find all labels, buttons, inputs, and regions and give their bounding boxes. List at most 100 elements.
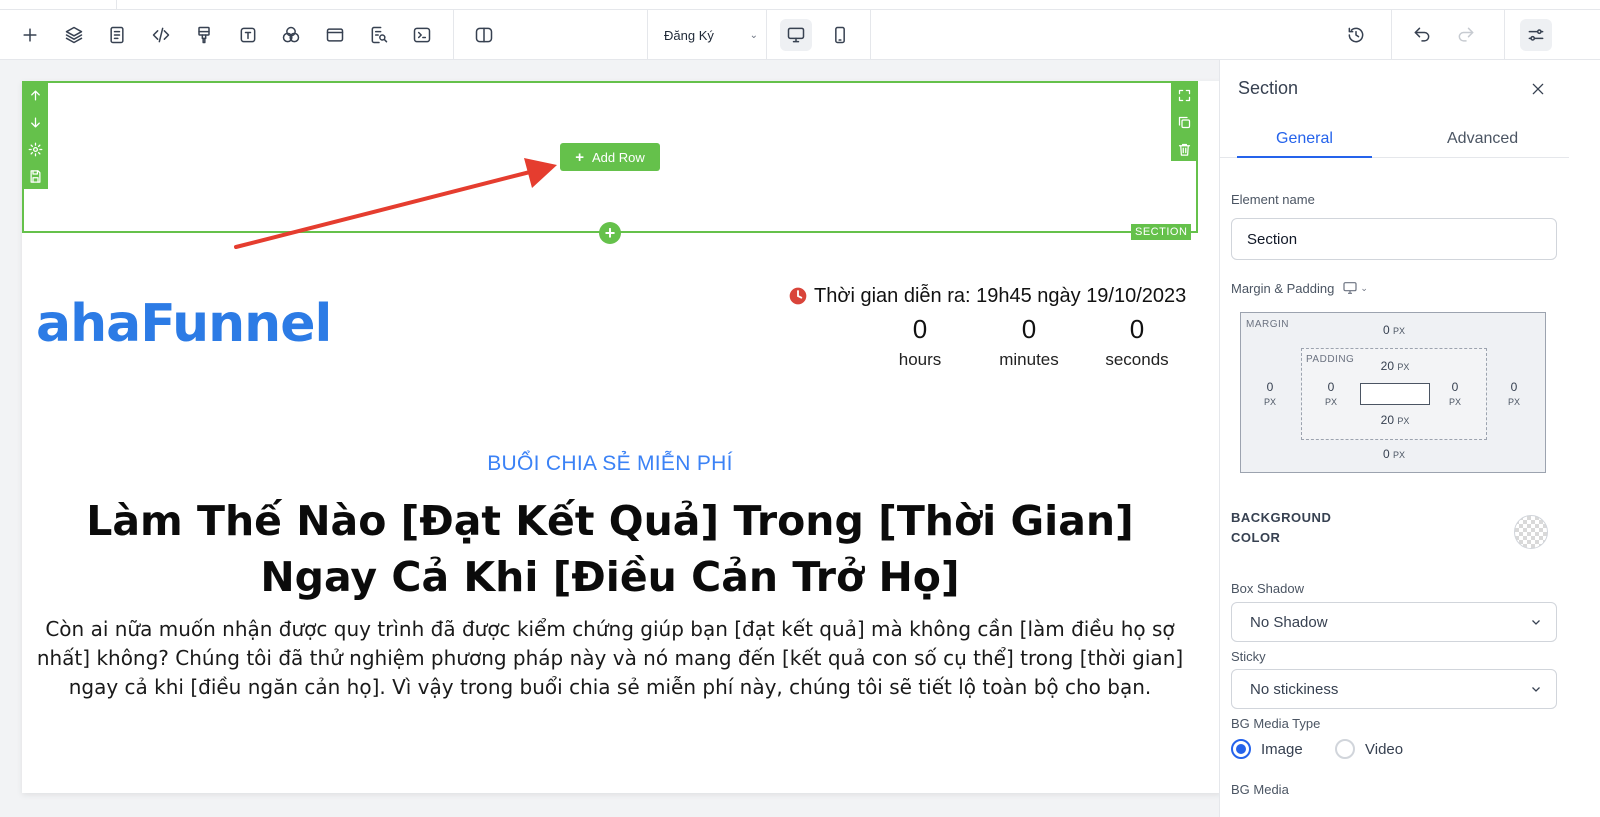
radio-image-label: Image bbox=[1261, 740, 1303, 758]
add-section-button[interactable]: + bbox=[599, 222, 621, 244]
margin-right-value: 0 bbox=[1510, 380, 1518, 394]
toolbar-divider bbox=[453, 10, 454, 60]
page-select[interactable]: Đăng Ký ⌄ bbox=[664, 19, 764, 51]
padding-bottom[interactable]: 20 PX bbox=[1370, 413, 1420, 427]
padding-left[interactable]: 0 PX bbox=[1316, 380, 1346, 408]
toolbar-divider bbox=[1391, 10, 1392, 60]
close-icon[interactable] bbox=[1526, 77, 1550, 101]
sticky-select[interactable]: No stickiness bbox=[1231, 669, 1557, 709]
split-view-icon[interactable] bbox=[468, 19, 500, 51]
margin-right[interactable]: 0 PX bbox=[1499, 380, 1529, 408]
countdown-value: 0 bbox=[1129, 314, 1145, 344]
padding-left-value: 0 bbox=[1327, 380, 1335, 394]
settings-panel: Section General Advanced Element name Se… bbox=[1219, 60, 1600, 817]
plus-icon: + bbox=[575, 148, 584, 166]
chevron-down-icon[interactable]: ⌄ bbox=[1360, 283, 1368, 294]
mobile-view-icon[interactable] bbox=[824, 19, 856, 51]
bg-media-type-label: BG Media Type bbox=[1231, 716, 1321, 731]
move-down-icon[interactable] bbox=[22, 109, 48, 135]
headline: Làm Thế Nào [Đạt Kết Quả] Trong [Thời Gi… bbox=[86, 497, 1134, 601]
layout-icon[interactable] bbox=[319, 19, 351, 51]
chevron-down-icon bbox=[1532, 620, 1540, 625]
logo-text: ahaFunnel bbox=[36, 294, 332, 354]
padding-label: PADDING bbox=[1306, 354, 1355, 365]
countdown-hours: 0 hours bbox=[870, 314, 970, 370]
toolbar-divider bbox=[870, 10, 871, 60]
padding-right[interactable]: 0 PX bbox=[1440, 380, 1470, 408]
editor-toolbar: Đăng Ký ⌄ bbox=[0, 10, 1600, 60]
theme-icon[interactable] bbox=[275, 19, 307, 51]
unit-label: PX bbox=[1397, 416, 1410, 426]
section-right-toolbar bbox=[1171, 81, 1197, 161]
unit-label: PX bbox=[1263, 397, 1276, 407]
expand-icon[interactable] bbox=[1171, 82, 1197, 108]
chevron-down-icon: ⌄ bbox=[749, 29, 758, 41]
content-box bbox=[1360, 383, 1430, 405]
trash-icon[interactable] bbox=[1171, 136, 1197, 162]
active-tab-indicator bbox=[1237, 156, 1372, 158]
seo-icon[interactable] bbox=[363, 19, 395, 51]
countdown-value: 0 bbox=[912, 314, 928, 344]
margin-padding-text: Margin & Padding bbox=[1231, 280, 1335, 296]
unit-label: PX bbox=[1507, 397, 1520, 407]
page-icon[interactable] bbox=[101, 19, 133, 51]
history-icon[interactable] bbox=[1340, 19, 1372, 51]
section-tag: SECTION bbox=[1131, 224, 1192, 240]
tab-advanced[interactable]: Advanced bbox=[1447, 130, 1518, 148]
duplicate-icon[interactable] bbox=[1171, 109, 1197, 135]
event-time-text: Thời gian diễn ra: 19h45 ngày 19/10/2023 bbox=[814, 284, 1187, 307]
chevron-down-icon bbox=[1532, 687, 1540, 692]
margin-top[interactable]: 0 PX bbox=[1371, 323, 1417, 337]
padding-box: PADDING 20 PX 0 PX 0 PX 20 PX bbox=[1301, 348, 1487, 440]
element-name-label: Element name bbox=[1231, 192, 1315, 207]
unit-label: PX bbox=[1397, 362, 1410, 372]
redo-icon[interactable] bbox=[1450, 19, 1482, 51]
radio-dot bbox=[1231, 739, 1251, 759]
countdown-minutes: 0 minutes bbox=[979, 314, 1079, 370]
countdown-unit: seconds bbox=[1105, 350, 1169, 369]
layers-icon[interactable] bbox=[58, 19, 90, 51]
plus-icon[interactable] bbox=[14, 19, 46, 51]
background-color-label: BACKGROUND COLOR bbox=[1231, 510, 1332, 545]
padding-right-value: 0 bbox=[1451, 380, 1459, 394]
radio-video[interactable]: Video bbox=[1335, 739, 1403, 759]
event-time: Thời gian diễn ra: 19h45 ngày 19/10/2023 bbox=[788, 283, 1186, 309]
countdown-value: 0 bbox=[1021, 314, 1037, 344]
unit-label: PX bbox=[1448, 397, 1461, 407]
background-color-swatch[interactable] bbox=[1514, 515, 1548, 549]
radio-image[interactable]: Image bbox=[1231, 739, 1303, 759]
move-up-icon[interactable] bbox=[22, 82, 48, 108]
radio-video-label: Video bbox=[1365, 740, 1404, 758]
toolbar-divider bbox=[1504, 10, 1505, 60]
margin-bottom[interactable]: 0 PX bbox=[1371, 447, 1417, 461]
terminal-icon[interactable] bbox=[406, 19, 438, 51]
padding-bottom-value: 20 bbox=[1380, 413, 1394, 427]
unit-label: PX bbox=[1393, 326, 1406, 336]
tab-general[interactable]: General bbox=[1276, 130, 1333, 148]
add-row-button[interactable]: + Add Row bbox=[560, 143, 660, 171]
margin-left[interactable]: 0 PX bbox=[1255, 380, 1285, 408]
sticky-label: Sticky bbox=[1231, 649, 1266, 664]
browser-tab[interactable] bbox=[0, 0, 117, 10]
text-icon[interactable] bbox=[232, 19, 264, 51]
margin-label: MARGIN bbox=[1246, 319, 1289, 330]
element-name-field[interactable]: Section bbox=[1231, 218, 1557, 260]
settings-sliders-icon[interactable] bbox=[1520, 19, 1552, 51]
gear-icon[interactable] bbox=[22, 136, 48, 162]
code-icon[interactable] bbox=[145, 19, 177, 51]
countdown-unit: minutes bbox=[999, 350, 1059, 369]
toolbar-divider bbox=[766, 10, 767, 60]
margin-left-value: 0 bbox=[1266, 380, 1274, 394]
panel-title: Section bbox=[1238, 78, 1299, 98]
save-icon[interactable] bbox=[22, 163, 48, 189]
undo-icon[interactable] bbox=[1406, 19, 1438, 51]
description: Còn ai nữa muốn nhận được quy trình đã đ… bbox=[36, 617, 1184, 699]
box-shadow-select[interactable]: No Shadow bbox=[1231, 602, 1557, 642]
desktop-view-icon[interactable] bbox=[780, 19, 812, 51]
desktop-icon[interactable] bbox=[1342, 280, 1358, 296]
sticky-value: No stickiness bbox=[1250, 680, 1339, 698]
paint-icon[interactable] bbox=[188, 19, 220, 51]
add-row-label: Add Row bbox=[592, 149, 645, 165]
padding-top[interactable]: 20 PX bbox=[1370, 359, 1420, 373]
toolbar-divider bbox=[647, 10, 648, 60]
